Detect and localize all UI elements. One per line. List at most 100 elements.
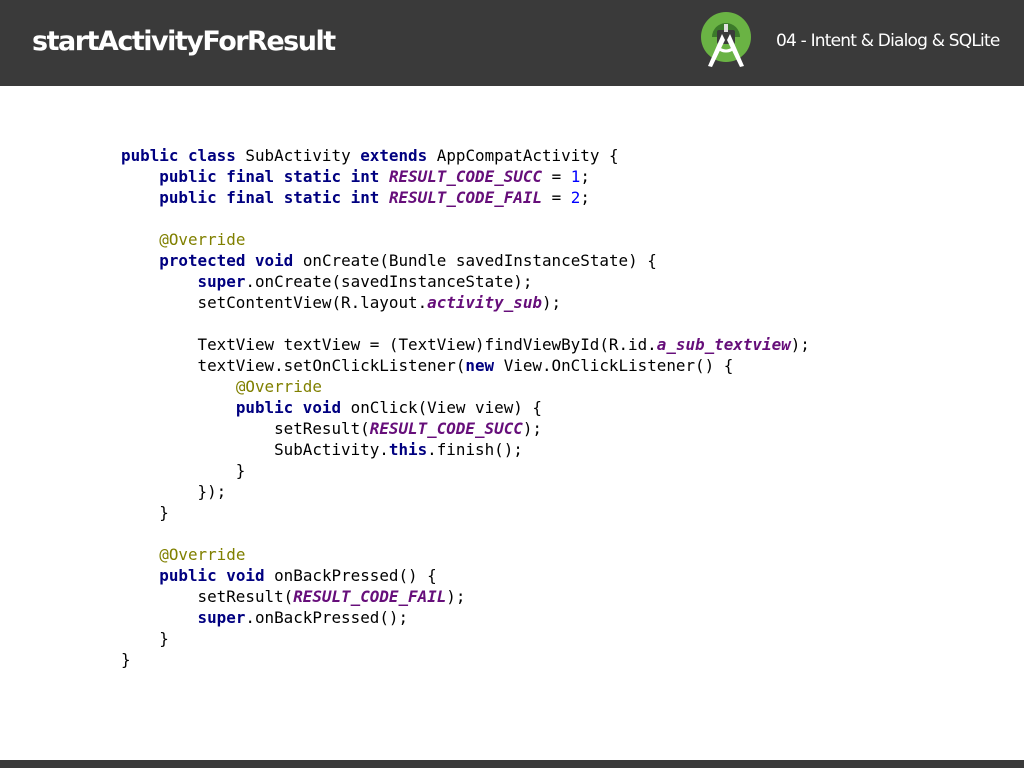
code-keyword: class bbox=[187, 146, 236, 165]
code-line: super.onBackPressed(); bbox=[121, 607, 810, 628]
code-line: setResult(RESULT_CODE_FAIL); bbox=[121, 586, 810, 607]
code-text: textView.setOnClickListener( bbox=[121, 356, 466, 375]
code-keyword: protected bbox=[159, 251, 246, 270]
code-text: ); bbox=[522, 419, 542, 438]
code-text: ); bbox=[541, 293, 562, 312]
code-line: public class SubActivity extends AppComp… bbox=[121, 145, 810, 166]
code-field: a_sub_textview bbox=[656, 335, 791, 354]
code-keyword: new bbox=[465, 356, 495, 375]
code-line: protected void onCreate(Bundle savedInst… bbox=[121, 250, 810, 271]
code-keyword: final bbox=[226, 167, 275, 186]
code-keyword: this bbox=[388, 440, 428, 459]
code-field: RESULT_CODE_FAIL bbox=[388, 188, 543, 207]
code-keyword: static bbox=[283, 188, 342, 207]
code-text: setResult( bbox=[121, 587, 294, 606]
code-line: } bbox=[121, 628, 810, 649]
code-keyword: public bbox=[235, 398, 294, 417]
code-line: @Override bbox=[121, 229, 810, 250]
code-text: ); bbox=[790, 335, 810, 354]
code-line: @Override bbox=[121, 376, 810, 397]
code-line: textView.setOnClickListener(new View.OnC… bbox=[121, 355, 810, 376]
code-text: onClick(View view) { bbox=[341, 398, 542, 417]
code-annotation: @Override bbox=[235, 377, 322, 396]
code-field: activity_sub bbox=[427, 293, 542, 312]
code-field: RESULT_CODE_SUCC bbox=[369, 419, 523, 438]
code-text: = bbox=[542, 167, 571, 186]
code-field: RESULT_CODE_FAIL bbox=[293, 587, 447, 606]
code-line: public final static int RESULT_CODE_FAIL… bbox=[121, 187, 810, 208]
code-text: } bbox=[121, 503, 169, 522]
code-text: .onCreate(savedInstanceState); bbox=[245, 272, 533, 291]
code-line: } bbox=[121, 502, 810, 523]
code-text: = bbox=[542, 188, 571, 207]
code-keyword: void bbox=[254, 251, 294, 270]
code-text: } bbox=[121, 650, 131, 669]
code-text: SubActivity. bbox=[121, 440, 389, 459]
slide-title: startActivityForResult bbox=[32, 26, 336, 57]
code-line: } bbox=[121, 460, 810, 481]
code-keyword: public bbox=[159, 188, 217, 207]
code-keyword: super bbox=[197, 272, 246, 291]
android-studio-icon bbox=[701, 12, 751, 67]
code-keyword: public bbox=[121, 146, 179, 165]
code-keyword: super bbox=[197, 608, 246, 627]
code-line: public void onBackPressed() { bbox=[121, 565, 810, 586]
code-number: 2 bbox=[570, 188, 581, 207]
code-keyword: int bbox=[350, 167, 380, 186]
code-text: .finish(); bbox=[427, 440, 523, 459]
code-keyword: void bbox=[302, 398, 342, 417]
code-keyword: int bbox=[350, 188, 380, 207]
code-text: setContentView(R.layout. bbox=[121, 293, 428, 312]
code-line: @Override bbox=[121, 544, 810, 565]
code-block: public class SubActivity extends AppComp… bbox=[121, 145, 810, 670]
slide-header: startActivityForResult 04 - Intent & Dia… bbox=[0, 0, 1024, 86]
code-keyword: public bbox=[159, 566, 217, 585]
code-number: 1 bbox=[570, 167, 581, 186]
code-keyword: void bbox=[226, 566, 265, 585]
code-keyword: extends bbox=[360, 146, 428, 165]
code-field: RESULT_CODE_SUCC bbox=[388, 167, 543, 186]
code-text: setResult( bbox=[121, 419, 370, 438]
code-keyword: final bbox=[226, 188, 275, 207]
code-line: super.onCreate(savedInstanceState); bbox=[121, 271, 810, 292]
code-line: }); bbox=[121, 481, 810, 502]
code-text: } bbox=[121, 461, 246, 480]
code-line: public final static int RESULT_CODE_SUCC… bbox=[121, 166, 810, 187]
code-line: } bbox=[121, 649, 810, 670]
code-text: SubActivity bbox=[235, 146, 361, 165]
code-keyword: static bbox=[283, 167, 342, 186]
code-text: onBackPressed() { bbox=[264, 566, 437, 585]
code-annotation: @Override bbox=[159, 545, 246, 564]
code-annotation: @Override bbox=[159, 230, 246, 249]
code-line: SubActivity.this.finish(); bbox=[121, 439, 810, 460]
code-keyword: public bbox=[159, 167, 217, 186]
code-line: setResult(RESULT_CODE_SUCC); bbox=[121, 418, 810, 439]
code-text: TextView textView = (TextView)findViewBy… bbox=[121, 335, 657, 354]
code-text: ; bbox=[580, 167, 590, 186]
code-text: }); bbox=[121, 482, 227, 501]
code-line: TextView textView = (TextView)findViewBy… bbox=[121, 334, 810, 355]
section-label: 04 - Intent & Dialog & SQLite bbox=[776, 31, 1000, 51]
code-text: } bbox=[121, 629, 169, 648]
code-text: ); bbox=[446, 587, 466, 606]
